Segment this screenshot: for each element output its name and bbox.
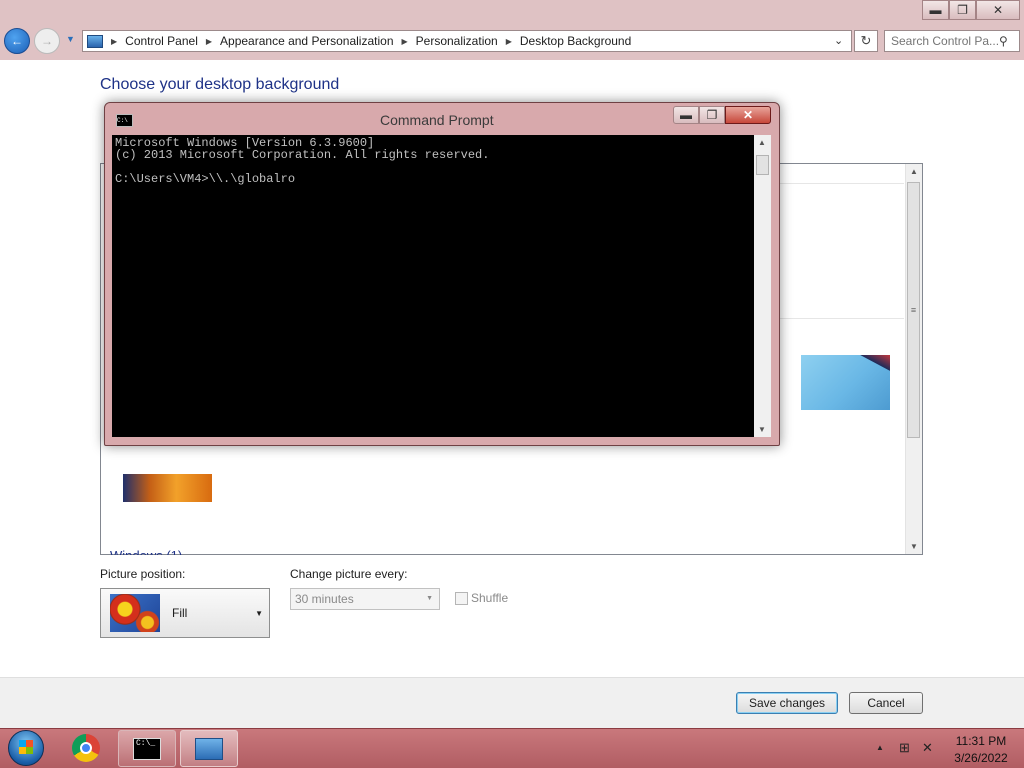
cmd-minimize-button[interactable]: ▬ bbox=[673, 106, 699, 124]
command-prompt-icon: C:\_ bbox=[133, 737, 161, 760]
back-button[interactable]: ← bbox=[4, 28, 30, 54]
wallpaper-thumbnail[interactable] bbox=[123, 474, 212, 502]
network-icon[interactable]: ⊞ bbox=[899, 740, 910, 756]
breadcrumb-personalization[interactable]: Personalization bbox=[416, 34, 498, 48]
cmd-maximize-button[interactable]: ❐ bbox=[699, 106, 725, 124]
group-header[interactable]: Windows (1) bbox=[110, 548, 182, 555]
chevron-right-icon[interactable]: ▶ bbox=[402, 37, 408, 46]
address-dropdown-icon[interactable]: ⌄ bbox=[834, 34, 843, 47]
volume-muted-icon[interactable]: ✕ bbox=[922, 740, 933, 756]
scroll-down-arrow[interactable]: ▼ bbox=[758, 425, 766, 434]
taskbar-chrome[interactable] bbox=[62, 729, 110, 767]
control-panel-icon bbox=[87, 34, 103, 48]
minimize-button[interactable]: ▬ bbox=[922, 0, 949, 20]
picture-position-label: Picture position: bbox=[100, 567, 186, 581]
address-bar[interactable]: ▶ Control Panel ▶ Appearance and Persona… bbox=[82, 30, 852, 52]
picture-position-dropdown[interactable]: Fill ▼ bbox=[100, 588, 270, 638]
group-divider bbox=[780, 183, 904, 184]
scroll-down-arrow[interactable]: ▼ bbox=[910, 542, 918, 551]
close-button[interactable]: ✕ bbox=[976, 0, 1020, 20]
taskbar-command-prompt[interactable]: C:\_ bbox=[118, 730, 176, 767]
picture-position-value: Fill bbox=[172, 606, 188, 620]
search-input[interactable] bbox=[891, 34, 999, 48]
group-divider bbox=[780, 318, 904, 319]
start-button[interactable] bbox=[6, 729, 46, 767]
save-changes-button[interactable]: Save changes bbox=[736, 692, 838, 714]
recent-pages-dropdown[interactable]: ▼ bbox=[66, 34, 75, 44]
cancel-button[interactable]: Cancel bbox=[849, 692, 923, 714]
command-prompt-title: Command Prompt bbox=[380, 112, 494, 128]
clock-date[interactable]: 3/26/2022 bbox=[950, 751, 1012, 765]
command-prompt-icon[interactable]: C:\ bbox=[116, 114, 133, 127]
page-title: Choose your desktop background bbox=[100, 76, 340, 93]
forward-button[interactable]: → bbox=[34, 28, 60, 54]
shuffle-checkbox[interactable] bbox=[455, 592, 468, 605]
clock-time[interactable]: 11:31 PM bbox=[950, 734, 1012, 748]
refresh-button[interactable]: ↻ bbox=[854, 30, 878, 52]
search-box[interactable]: ⚲ bbox=[884, 30, 1020, 52]
scrollbar-thumb[interactable] bbox=[756, 155, 769, 175]
control-panel-icon bbox=[195, 737, 223, 760]
console-output: Microsoft Windows [Version 6.3.9600] (c)… bbox=[115, 136, 490, 186]
search-icon[interactable]: ⚲ bbox=[999, 34, 1008, 48]
scrollbar-thumb[interactable]: ≡ bbox=[907, 182, 920, 438]
picture-position-preview bbox=[110, 594, 160, 632]
cmd-close-button[interactable]: ✕ bbox=[725, 106, 771, 124]
taskbar-control-panel[interactable] bbox=[180, 730, 238, 767]
change-interval-value: 30 minutes bbox=[295, 592, 354, 606]
change-interval-label: Change picture every: bbox=[290, 567, 408, 581]
scroll-up-arrow[interactable]: ▲ bbox=[910, 167, 918, 176]
chevron-right-icon[interactable]: ▶ bbox=[206, 37, 212, 46]
breadcrumb-appearance[interactable]: Appearance and Personalization bbox=[220, 34, 393, 48]
window-title-bar bbox=[0, 0, 1024, 26]
dropdown-arrow-icon: ▼ bbox=[255, 609, 263, 618]
breadcrumb-desktop-background[interactable]: Desktop Background bbox=[520, 34, 631, 48]
show-hidden-icons-button[interactable]: ▲ bbox=[876, 743, 884, 752]
chrome-icon bbox=[72, 734, 100, 762]
console-scrollbar[interactable] bbox=[754, 135, 771, 437]
windows-logo-icon bbox=[8, 730, 44, 766]
breadcrumb-control-panel[interactable]: Control Panel bbox=[125, 34, 198, 48]
arrow-right-icon: → bbox=[41, 34, 53, 48]
scroll-up-arrow[interactable]: ▲ bbox=[758, 138, 766, 147]
chevron-right-icon[interactable]: ▶ bbox=[506, 37, 512, 46]
refresh-icon: ↻ bbox=[860, 33, 872, 48]
dropdown-arrow-icon: ▼ bbox=[426, 595, 433, 602]
wallpaper-thumbnail[interactable] bbox=[801, 355, 890, 410]
arrow-left-icon: ← bbox=[11, 34, 23, 48]
change-interval-dropdown[interactable]: 30 minutes ▼ bbox=[290, 588, 440, 610]
maximize-button[interactable]: ❐ bbox=[949, 0, 976, 20]
shuffle-label[interactable]: Shuffle bbox=[471, 591, 508, 605]
chevron-right-icon[interactable]: ▶ bbox=[111, 37, 117, 46]
